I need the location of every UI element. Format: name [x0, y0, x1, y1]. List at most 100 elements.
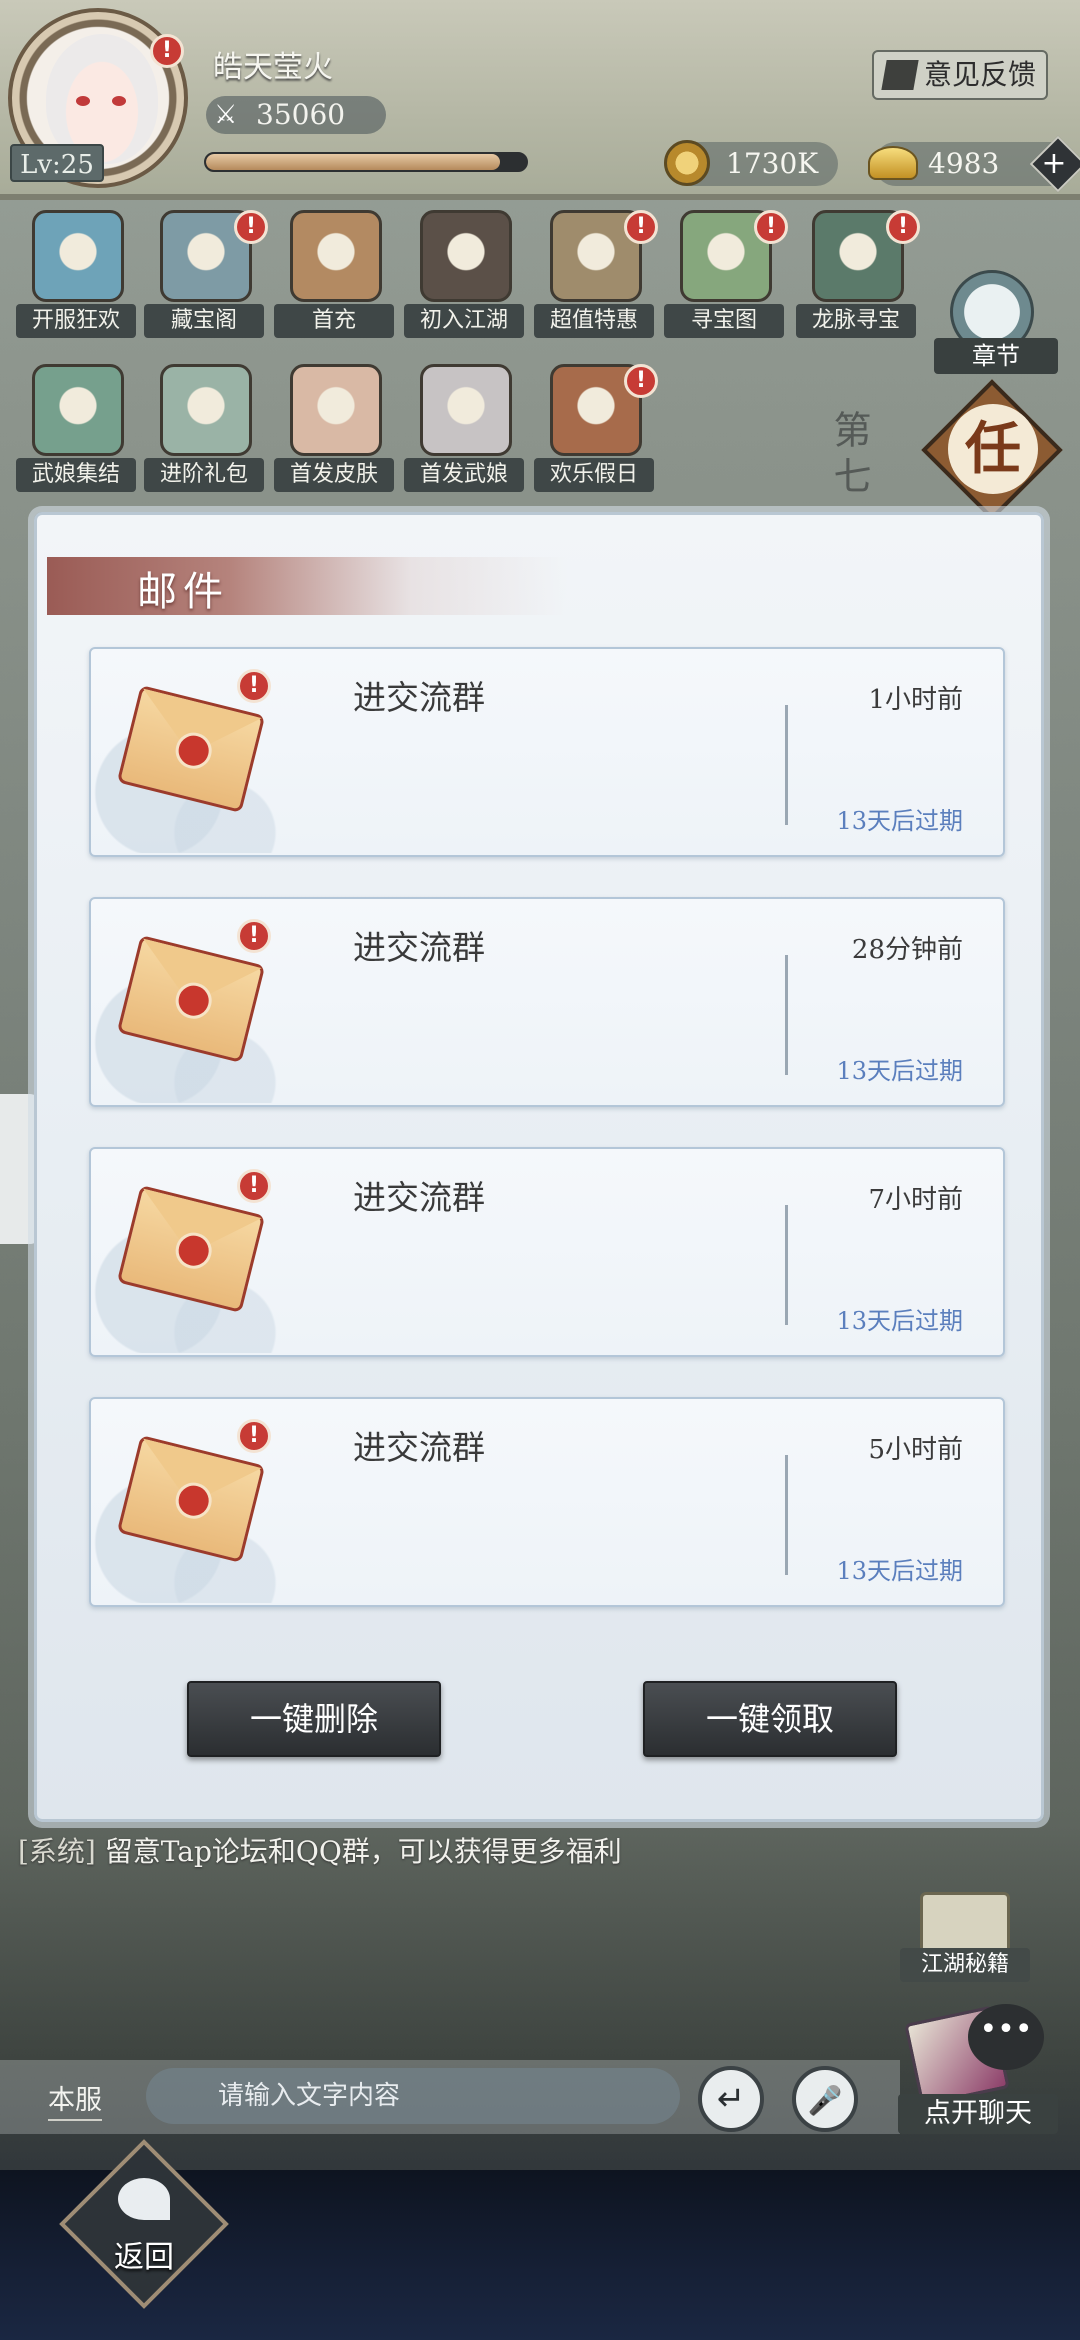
alert-icon: !	[754, 210, 788, 244]
combat-power: ⚔ 35060	[206, 96, 386, 134]
event-button[interactable]: 初入江湖	[404, 210, 524, 350]
send-icon: ↵	[716, 2079, 746, 2119]
event-label: 首充	[274, 304, 394, 338]
mail-divider	[785, 955, 788, 1075]
chapter-button[interactable]: 章节	[926, 270, 1066, 380]
plus-icon: +	[1041, 146, 1067, 181]
chat-bubble-icon: •••	[968, 2004, 1044, 2070]
event-button[interactable]: 藏宝阁!	[144, 210, 268, 350]
envelope-icon	[116, 935, 266, 1063]
mail-title-bar	[47, 557, 567, 615]
combat-power-icon: ⚔	[214, 100, 238, 130]
delete-all-button[interactable]: 一键删除	[187, 1681, 441, 1757]
mail-expiry: 13天后过期	[836, 1557, 963, 1585]
claim-all-button[interactable]: 一键领取	[643, 1681, 897, 1757]
alert-icon: !	[886, 210, 920, 244]
event-label: 寻宝图	[664, 304, 784, 338]
event-button[interactable]: 欢乐假日!	[534, 364, 658, 504]
envelope-icon	[116, 1185, 266, 1313]
mail-time: 1小时前	[868, 685, 963, 715]
open-chat-label: 点开聊天	[898, 2094, 1058, 2134]
event-label: 武娘集结	[16, 458, 136, 492]
event-button[interactable]: 首发皮肤	[274, 364, 394, 504]
mail-divider	[785, 1205, 788, 1325]
tips-button[interactable]: 江湖秘籍	[900, 1892, 1030, 1982]
event-button[interactable]: 武娘集结	[16, 364, 136, 504]
mail-divider	[785, 705, 788, 825]
envelope-seal-icon	[171, 1478, 216, 1523]
feedback-label: 意见反馈	[924, 58, 1037, 91]
mail-dialog: 邮件 ! 进交流群 1小时前 13天后过期! 进交流群 28分钟前 13天后过期! 进交流群 7…	[34, 512, 1044, 1822]
event-button[interactable]: 超值特惠!	[534, 210, 658, 350]
unread-alert-icon: !	[237, 919, 271, 953]
chapter-label: 章节	[934, 338, 1058, 374]
microphone-icon: 🎤	[807, 2084, 843, 2117]
tips-label: 江湖秘籍	[900, 1948, 1030, 1982]
event-button[interactable]: 首充	[274, 210, 394, 350]
gold-amount: 4983	[928, 147, 1000, 180]
player-name: 皓天莹火	[213, 50, 333, 85]
mail-expiry: 13天后过期	[836, 1307, 963, 1335]
send-button[interactable]: ↵	[698, 2066, 764, 2132]
yin-yang-chest-icon	[420, 210, 512, 302]
chapter-number-text: 第七	[827, 410, 871, 502]
experience-bar-fill	[206, 154, 501, 170]
mail-item[interactable]: ! 进交流群 1小时前 13天后过期	[89, 647, 1005, 857]
event-label: 龙脉寻宝	[796, 304, 916, 338]
scroll-icon	[32, 210, 124, 302]
mail-subject: 进交流群	[353, 1178, 485, 1217]
event-label: 初入江湖	[404, 304, 524, 338]
alert-icon: !	[624, 210, 658, 244]
back-icon	[118, 2178, 170, 2220]
chat-channel-label[interactable]: 本服	[48, 2078, 102, 2121]
mail-time: 28分钟前	[851, 935, 963, 965]
event-label: 超值特惠	[534, 304, 654, 338]
avatar-alert-icon: !	[150, 34, 184, 68]
envelope-seal-icon	[171, 728, 216, 773]
gold-ingot-icon	[868, 146, 918, 180]
mail-expiry: 13天后过期	[836, 807, 963, 835]
mail-title: 邮件	[137, 569, 229, 615]
gift-box-icon	[290, 210, 382, 302]
mail-item[interactable]: ! 进交流群 28分钟前 13天后过期	[89, 897, 1005, 1107]
mail-expiry: 13天后过期	[836, 1057, 963, 1085]
event-button[interactable]: 开服狂欢	[16, 210, 136, 350]
unread-alert-icon: !	[237, 1169, 271, 1203]
feedback-button[interactable]: 意见反馈	[872, 50, 1048, 100]
mail-time: 5小时前	[868, 1435, 963, 1465]
event-label: 藏宝阁	[144, 304, 264, 338]
alert-icon: !	[624, 364, 658, 398]
envelope-icon	[116, 1435, 266, 1563]
back-label: 返回	[114, 2240, 174, 2275]
event-label: 首发武娘	[404, 458, 524, 492]
experience-bar	[204, 152, 528, 172]
top-status-bar: ! Lv:25 皓天莹火 ⚔ 35060 意见反馈 1730K 4983 +	[0, 0, 1080, 200]
event-label: 首发皮肤	[274, 458, 394, 492]
alert-icon: !	[234, 210, 268, 244]
book-icon	[920, 1892, 1010, 1954]
mail-item[interactable]: ! 进交流群 7小时前 13天后过期	[89, 1147, 1005, 1357]
event-button[interactable]: 寻宝图!	[664, 210, 788, 350]
heroine-portrait-icon	[290, 364, 382, 456]
event-button[interactable]: 龙脉寻宝!	[796, 210, 920, 350]
level-badge: Lv:25	[10, 144, 104, 182]
system-chat-message: [系统] 留意Tap论坛和QQ群，可以获得更多福利	[18, 1830, 622, 1870]
combat-power-value: 35060	[256, 98, 346, 131]
open-chat-button[interactable]: ••• 点开聊天	[898, 2004, 1058, 2134]
envelope-seal-icon	[171, 978, 216, 1023]
mail-subject: 进交流群	[353, 678, 485, 717]
gold-currency: 4983 +	[868, 135, 1080, 193]
mail-time: 7小时前	[868, 1185, 963, 1215]
mail-item[interactable]: ! 进交流群 5小时前 13天后过期	[89, 1397, 1005, 1607]
mail-subject: 进交流群	[353, 928, 485, 967]
chat-input[interactable]	[146, 2068, 680, 2124]
unread-alert-icon: !	[237, 1419, 271, 1453]
event-button[interactable]: 首发武娘	[404, 364, 524, 504]
copper-currency: 1730K	[664, 140, 838, 186]
system-tag: [系统]	[18, 1835, 96, 1868]
system-message-text: 留意Tap论坛和QQ群，可以获得更多福利	[104, 1835, 622, 1868]
mail-divider	[785, 1455, 788, 1575]
envelope-seal-icon	[171, 1228, 216, 1273]
event-button[interactable]: 进阶礼包	[144, 364, 264, 504]
voice-button[interactable]: 🎤	[792, 2066, 858, 2132]
